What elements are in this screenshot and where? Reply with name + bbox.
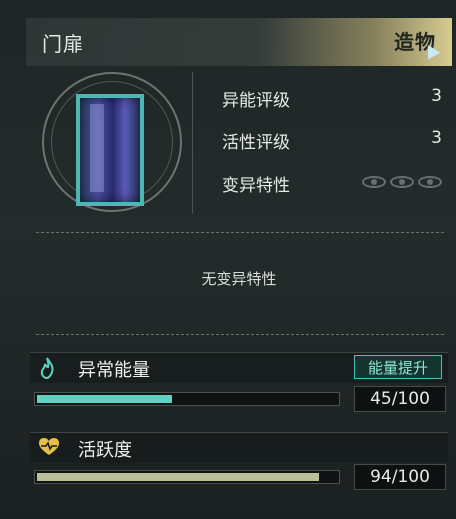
- vitality-value: 94/100: [354, 464, 446, 490]
- dashed-divider: [36, 232, 444, 233]
- item-title: 门扉: [42, 32, 84, 56]
- energy-progress-fill: [37, 395, 172, 403]
- stat-label: 变异特性: [222, 176, 290, 196]
- eye-icon: [390, 176, 414, 188]
- vitality-label: 活跃度: [78, 440, 132, 461]
- energy-label: 异常能量: [78, 360, 150, 381]
- energy-value: 45/100: [354, 386, 446, 412]
- flame-icon: [38, 357, 56, 385]
- vitality-progress-fill: [37, 473, 319, 481]
- energy-boost-button[interactable]: 能量提升: [354, 355, 442, 379]
- vitality-progress-track: [34, 470, 340, 484]
- door-item-image: [76, 94, 144, 206]
- energy-header: 异常能量 能量提升: [30, 352, 448, 383]
- divider: [192, 72, 193, 214]
- heart-pulse-icon: [38, 437, 60, 463]
- stat-label: 活性评级: [222, 133, 290, 153]
- eye-icon: [362, 176, 386, 188]
- energy-progress-track: [34, 392, 340, 406]
- item-header: 门扉 造物: [26, 18, 452, 66]
- mutation-text: 无变异特性: [201, 270, 277, 288]
- stat-value: 3: [431, 86, 442, 106]
- stat-mutation-trait: 变异特性: [222, 171, 442, 197]
- eye-icon: [418, 176, 442, 188]
- stat-label: 异能评级: [222, 91, 290, 111]
- dashed-divider: [36, 334, 444, 335]
- mutation-slots: [362, 176, 442, 188]
- vitality-header: 活跃度: [30, 432, 448, 463]
- stat-activity-rating: 活性评级 3: [222, 128, 442, 154]
- stat-value: 3: [431, 128, 442, 148]
- stat-ability-rating: 异能评级 3: [222, 86, 442, 112]
- item-detail-panel: 门扉 造物 异能评级 3 活性评级 3 变异特性 无变异特性 异常能量 能量提升…: [26, 14, 452, 514]
